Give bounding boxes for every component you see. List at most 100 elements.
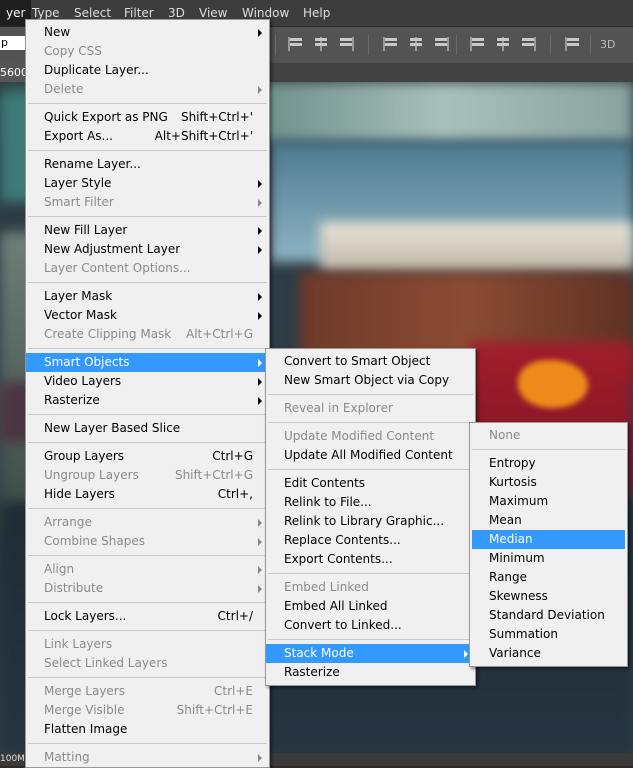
menu-item-new-adjustment-layer[interactable]: New Adjustment Layer: [26, 240, 269, 259]
3d-mode-label[interactable]: 3D Mod: [600, 27, 633, 87]
menu-item-relink-to-library-graphic[interactable]: Relink to Library Graphic...: [266, 512, 475, 531]
menu-item-new-smart-object-via-copy[interactable]: New Smart Object via Copy: [266, 371, 475, 390]
align-icon[interactable]: [408, 37, 424, 51]
align-icon[interactable]: [313, 37, 329, 51]
menu-item-embed-linked[interactable]: Embed Linked: [266, 578, 475, 597]
menu-item-label: New: [44, 25, 71, 39]
menu-item-update-all-modified-content[interactable]: Update All Modified Content: [266, 446, 475, 465]
align-icon[interactable]: [288, 37, 304, 51]
menu-item-delete[interactable]: Delete: [26, 80, 269, 99]
menu-item-new-layer-based-slice[interactable]: New Layer Based Slice: [26, 419, 269, 438]
menu-item-rasterize[interactable]: Rasterize: [266, 663, 475, 682]
menu-item-shortcut: Ctrl+,: [217, 487, 253, 501]
menu-item-label: Arrange: [44, 515, 92, 529]
menu-item-convert-to-smart-object[interactable]: Convert to Smart Object: [266, 352, 475, 371]
align-icon[interactable]: [470, 37, 486, 51]
menu-item-label: New Layer Based Slice: [44, 421, 181, 435]
align-icon[interactable]: [520, 37, 536, 51]
menu-item-label: Duplicate Layer...: [44, 63, 149, 77]
align-bar: [315, 43, 327, 46]
menu-item-layer-content-options[interactable]: Layer Content Options...: [26, 259, 269, 278]
align-icon[interactable]: [383, 37, 399, 51]
menu-item-video-layers[interactable]: Video Layers: [26, 372, 269, 391]
menu-separator: [28, 103, 267, 104]
menu-item-convert-to-linked[interactable]: Convert to Linked...: [266, 616, 475, 635]
menu-item-flatten-image[interactable]: Flatten Image: [26, 720, 269, 739]
menu-item-label: Rename Layer...: [44, 157, 141, 171]
submenu-arrow-icon: [258, 585, 262, 593]
menu-item-matting[interactable]: Matting: [26, 748, 269, 767]
menu-item-layer-mask[interactable]: Layer Mask: [26, 287, 269, 306]
menu-item-variance[interactable]: Variance: [470, 644, 627, 663]
menu-item-embed-all-linked[interactable]: Embed All Linked: [266, 597, 475, 616]
layer-menu: New Copy CSS Duplicate Layer... Delete Quick…: [25, 19, 270, 768]
menu-item-merge-layers[interactable]: Merge Layers Ctrl+E: [26, 682, 269, 701]
menu-item-new[interactable]: New: [26, 23, 269, 42]
menu-item-label: Flatten Image: [44, 722, 128, 736]
align-icon[interactable]: [433, 37, 449, 51]
options-field[interactable]: p: [0, 36, 27, 50]
menu-item-relink-to-file[interactable]: Relink to File...: [266, 493, 475, 512]
align-bar: [522, 43, 534, 46]
menu-item-entropy[interactable]: Entropy: [470, 454, 627, 473]
align-icon[interactable]: [565, 37, 581, 51]
menu-item-smart-filter[interactable]: Smart Filter: [26, 193, 269, 212]
menu-item-combine-shapes[interactable]: Combine Shapes: [26, 532, 269, 551]
menu-item-link-layers[interactable]: Link Layers: [26, 635, 269, 654]
menu-item-arrange[interactable]: Arrange: [26, 513, 269, 532]
menu-separator: [28, 602, 267, 603]
menu-item-copy-css[interactable]: Copy CSS: [26, 42, 269, 61]
menu-item-stack-mode[interactable]: Stack Mode: [266, 644, 475, 663]
menu-item-duplicate-layer[interactable]: Duplicate Layer...: [26, 61, 269, 80]
menu-item-rename-layer[interactable]: Rename Layer...: [26, 155, 269, 174]
align-bar: [567, 38, 579, 41]
align-guide: [352, 37, 354, 51]
menu-item-replace-contents[interactable]: Replace Contents...: [266, 531, 475, 550]
menu-item-select-linked-layers[interactable]: Select Linked Layers: [26, 654, 269, 673]
menu-item-reveal-in-explorer[interactable]: Reveal in Explorer: [266, 399, 475, 418]
menu-item-label: Standard Deviation: [489, 608, 605, 622]
menu-item-kurtosis[interactable]: Kurtosis: [470, 473, 627, 492]
align-icon[interactable]: [338, 37, 354, 51]
menu-item-quick-export-as-png[interactable]: Quick Export as PNG Shift+Ctrl+': [26, 108, 269, 127]
menu-separator: [268, 573, 473, 574]
menu-item-vector-mask[interactable]: Vector Mask: [26, 306, 269, 325]
menu-item-mean[interactable]: Mean: [470, 511, 627, 530]
menu-item-maximum[interactable]: Maximum: [470, 492, 627, 511]
menu-item-label: Export As...: [44, 129, 113, 143]
menu-item-edit-contents[interactable]: Edit Contents: [266, 474, 475, 493]
align-bar: [410, 38, 422, 41]
submenu-arrow-icon: [258, 180, 262, 188]
menu-item-smart-objects[interactable]: Smart Objects: [26, 353, 269, 372]
menu-separator: [28, 630, 267, 631]
align-icon[interactable]: [495, 37, 511, 51]
menu-item-export-contents[interactable]: Export Contents...: [266, 550, 475, 569]
menu-item-merge-visible[interactable]: Merge Visible Shift+Ctrl+E: [26, 701, 269, 720]
menu-item-median[interactable]: Median: [472, 530, 625, 549]
menu-separator: [472, 449, 625, 450]
menu-item-layer-style[interactable]: Layer Style: [26, 174, 269, 193]
menu-item-update-modified-content[interactable]: Update Modified Content: [266, 427, 475, 446]
menu-item-standard-deviation[interactable]: Standard Deviation: [470, 606, 627, 625]
menu-item-summation[interactable]: Summation: [470, 625, 627, 644]
menu-item-label: Stack Mode: [284, 646, 354, 660]
menu-item-lock-layers[interactable]: Lock Layers... Ctrl+/: [26, 607, 269, 626]
menu-item-label: Edit Contents: [284, 476, 366, 490]
menu-item-export-as[interactable]: Export As... Alt+Shift+Ctrl+': [26, 127, 269, 146]
menu-item-rasterize[interactable]: Rasterize: [26, 391, 269, 410]
menu-item-skewness[interactable]: Skewness: [470, 587, 627, 606]
menu-item-ungroup-layers[interactable]: Ungroup Layers Shift+Ctrl+G: [26, 466, 269, 485]
menubar-help[interactable]: Help: [297, 0, 336, 26]
menu-item-range[interactable]: Range: [470, 568, 627, 587]
menu-item-group-layers[interactable]: Group Layers Ctrl+G: [26, 447, 269, 466]
menu-item-create-clipping-mask[interactable]: Create Clipping Mask Alt+Ctrl+G: [26, 325, 269, 344]
menu-item-new-fill-layer[interactable]: New Fill Layer: [26, 221, 269, 240]
menu-separator: [268, 394, 473, 395]
menu-item-distribute[interactable]: Distribute: [26, 579, 269, 598]
align-guide: [447, 37, 449, 51]
menu-item-align[interactable]: Align: [26, 560, 269, 579]
menu-item-hide-layers[interactable]: Hide Layers Ctrl+,: [26, 485, 269, 504]
menu-item-label: Quick Export as PNG: [44, 110, 168, 124]
menu-item-minimum[interactable]: Minimum: [470, 549, 627, 568]
menu-item-none[interactable]: None: [470, 426, 627, 445]
